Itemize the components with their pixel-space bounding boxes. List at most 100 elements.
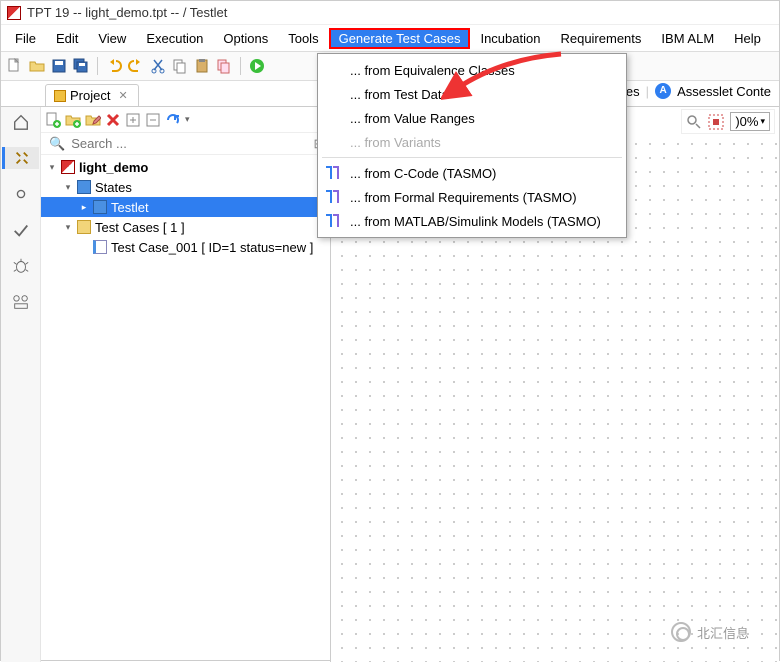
tree-states-label: States [95, 180, 132, 195]
menu-tools[interactable]: Tools [278, 28, 328, 49]
rail-tools-icon[interactable] [2, 147, 39, 169]
tree-node-root[interactable]: ▾ light_demo [41, 157, 330, 177]
tab-project[interactable]: Project ✕ [45, 84, 139, 106]
menuitem-label: ... from Variants [350, 135, 441, 150]
toolbar-separator [240, 57, 241, 75]
menu-incubation[interactable]: Incubation [470, 28, 550, 49]
chevron-down-icon[interactable]: ▾ [185, 114, 190, 125]
blank-icon [324, 86, 342, 102]
chevron-down-icon: ▾ [760, 116, 765, 127]
tasmo-icon [324, 213, 342, 229]
menu-requirements[interactable]: Requirements [550, 28, 651, 49]
generate-test-cases-menu: ... from Equivalence Classes ... from Te… [317, 53, 627, 238]
new-folder-icon[interactable] [65, 112, 81, 128]
watermark-logo-icon [671, 622, 691, 642]
project-panel: ▾ 🔍 ⊟ ▾ light_demo ▾ States ▸ Testlet [41, 107, 331, 662]
expand-arrow-icon[interactable]: ▾ [63, 222, 73, 233]
duplicate-icon[interactable] [216, 58, 232, 74]
zoom-select[interactable]: )0% ▾ [730, 112, 770, 131]
new-item-icon[interactable] [45, 112, 61, 128]
menuitem-label: ... from Formal Requirements (TASMO) [350, 190, 577, 205]
expand-arrow-icon[interactable]: ▾ [47, 162, 57, 173]
right-extra-labels: lues | A Assesslet Conte [612, 81, 775, 101]
cut-icon[interactable] [150, 58, 166, 74]
tree-testlet-label: Testlet [111, 200, 149, 215]
menuitem-label: ... from Test Data [350, 87, 449, 102]
menu-view[interactable]: View [88, 28, 136, 49]
canvas-right-controls: )0% ▾ [681, 109, 775, 134]
left-rail [1, 107, 41, 662]
search-icon: 🔍 [49, 136, 65, 152]
edit-item-icon[interactable] [85, 112, 101, 128]
close-icon[interactable]: ✕ [118, 89, 127, 102]
new-file-icon[interactable] [7, 58, 23, 74]
project-tab-label: Project [70, 88, 110, 103]
rail-check-icon[interactable] [10, 219, 32, 241]
tasmo-icon [324, 165, 342, 181]
magnify-icon[interactable] [686, 114, 702, 130]
undo-icon[interactable] [106, 58, 122, 74]
menu-file[interactable]: File [5, 28, 46, 49]
refresh-icon[interactable] [165, 112, 181, 128]
menuitem-from-equivalence-classes[interactable]: ... from Equivalence Classes [318, 58, 626, 82]
expand-arrow-icon[interactable]: ▸ [79, 202, 89, 213]
blank-icon [324, 134, 342, 150]
assesslet-icon: A [655, 83, 671, 99]
menuitem-from-variants: ... from Variants [318, 130, 626, 154]
tree-node-testcases[interactable]: ▾ Test Cases [ 1 ] [41, 217, 330, 237]
menuitem-from-ccode[interactable]: ... from C-Code (TASMO) [318, 161, 626, 185]
rail-link-icon[interactable] [10, 183, 32, 205]
menu-execution[interactable]: Execution [136, 28, 213, 49]
tree-root-label: light_demo [79, 160, 148, 175]
blank-icon [324, 110, 342, 126]
expand-arrow-icon[interactable]: ▾ [63, 182, 73, 193]
expand-icon[interactable] [125, 112, 141, 128]
redo-icon[interactable] [128, 58, 144, 74]
fit-icon[interactable] [708, 114, 724, 130]
toolbar-separator [97, 57, 98, 75]
window-title: TPT 19 -- light_demo.tpt -- / Testlet [27, 5, 227, 20]
menuitem-from-value-ranges[interactable]: ... from Value Ranges [318, 106, 626, 130]
menu-ibm-alm[interactable]: IBM ALM [651, 28, 724, 49]
search-row: 🔍 ⊟ [41, 133, 330, 155]
menuitem-label: ... from Value Ranges [350, 111, 475, 126]
expand-arrow-icon [79, 242, 89, 252]
menuitem-label: ... from MATLAB/Simulink Models (TASMO) [350, 214, 601, 229]
run-icon[interactable] [249, 58, 265, 74]
search-input[interactable] [69, 135, 312, 152]
menu-edit[interactable]: Edit [46, 28, 88, 49]
save-all-icon[interactable] [73, 58, 89, 74]
menu-options[interactable]: Options [213, 28, 278, 49]
tree-node-states[interactable]: ▾ States [41, 177, 330, 197]
menuitem-from-test-data[interactable]: ... from Test Data [318, 82, 626, 106]
menu-separator [322, 157, 622, 158]
menuitem-label: ... from Equivalence Classes [350, 63, 515, 78]
rail-bug-icon[interactable] [10, 255, 32, 277]
menubar: File Edit View Execution Options Tools G… [1, 25, 779, 51]
rail-dashboard-icon[interactable] [10, 291, 32, 313]
menu-generate-test-cases[interactable]: Generate Test Cases [329, 28, 471, 49]
assesslet-label: Assesslet Conte [677, 84, 771, 99]
paste-icon[interactable] [194, 58, 210, 74]
folder-icon [93, 200, 107, 214]
menuitem-from-matlab[interactable]: ... from MATLAB/Simulink Models (TASMO) [318, 209, 626, 233]
menuitem-from-formal-req[interactable]: ... from Formal Requirements (TASMO) [318, 185, 626, 209]
watermark: 北汇信息 [671, 622, 749, 642]
save-icon[interactable] [51, 58, 67, 74]
delete-icon[interactable] [105, 112, 121, 128]
folder-icon [77, 180, 91, 194]
rail-home-icon[interactable] [10, 111, 32, 133]
project-icon [61, 160, 75, 174]
project-tab-icon [54, 90, 66, 102]
open-folder-icon[interactable] [29, 58, 45, 74]
watermark-text: 北汇信息 [697, 623, 749, 642]
menu-help[interactable]: Help [724, 28, 771, 49]
tree-node-testlet[interactable]: ▸ Testlet [41, 197, 330, 217]
file-icon [93, 240, 107, 254]
copy-icon[interactable] [172, 58, 188, 74]
app-icon [7, 6, 21, 20]
project-tree: ▾ light_demo ▾ States ▸ Testlet ▾ Test C… [41, 155, 330, 662]
tree-node-testcase1[interactable]: Test Case_001 [ ID=1 status=new ] [41, 237, 330, 257]
folder-icon [77, 220, 91, 234]
collapse-icon[interactable] [145, 112, 161, 128]
